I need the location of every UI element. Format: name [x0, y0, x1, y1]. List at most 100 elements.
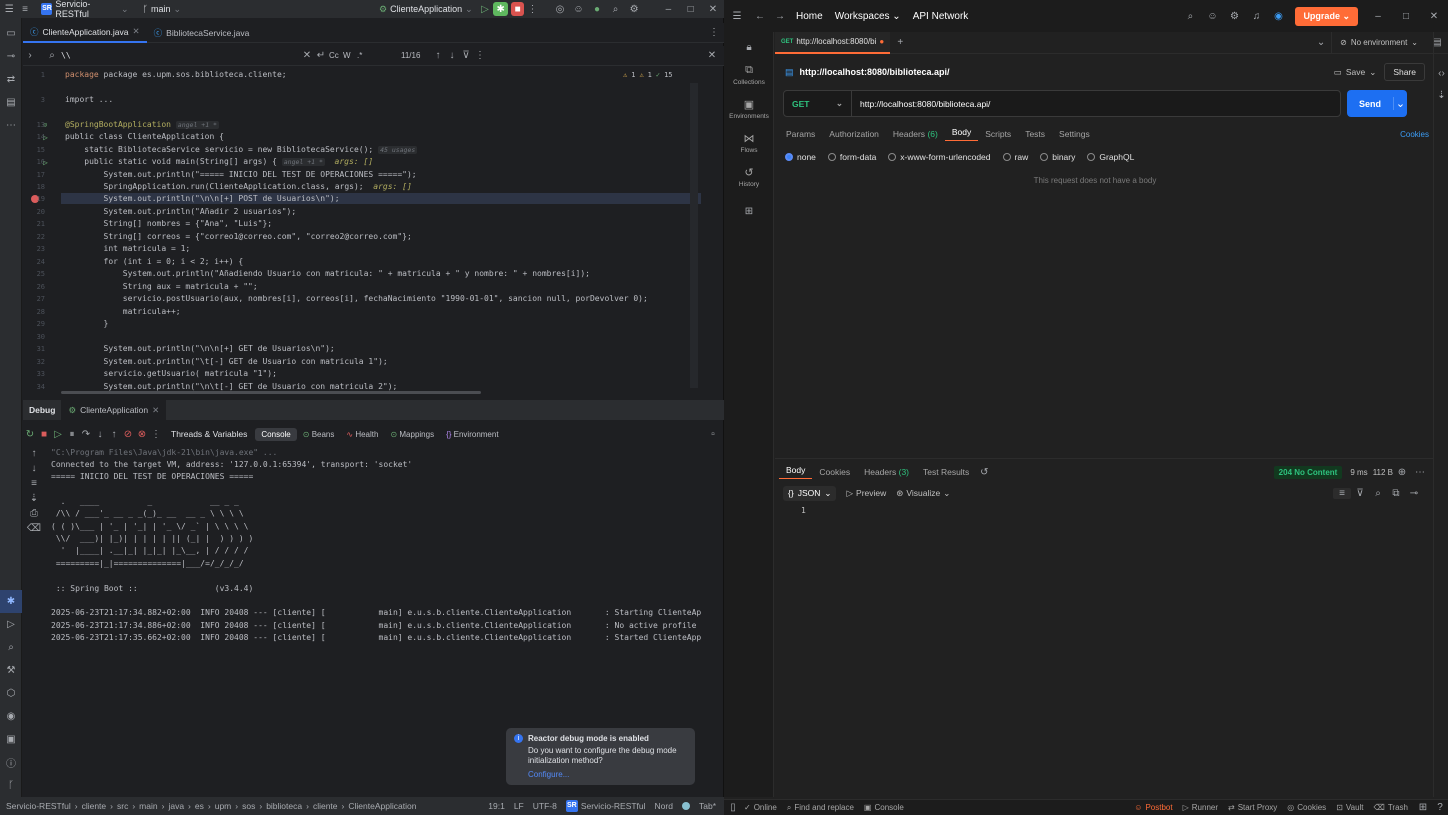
tab-tests[interactable]: Tests	[1018, 129, 1052, 139]
response-time[interactable]: 9 ms	[1350, 468, 1367, 477]
more-icon[interactable]: ⋮	[473, 50, 487, 61]
vault-button[interactable]: ⊡ Vault	[1336, 803, 1363, 812]
tabs-menu-icon[interactable]: ⋮	[704, 27, 724, 38]
radio-raw[interactable]: raw	[1002, 152, 1028, 162]
crumb[interactable]: Servicio-RESTful	[6, 801, 71, 811]
avatar[interactable]: ◉	[1267, 11, 1289, 22]
chevron-right-icon[interactable]: ›	[23, 50, 37, 61]
environment-selector[interactable]: ⊘ No environment ⌄	[1331, 31, 1426, 54]
encoding[interactable]: UTF-8	[533, 801, 557, 811]
search-icon[interactable]: ⌕	[1369, 488, 1387, 499]
pause-icon[interactable]: ⏸	[65, 429, 79, 440]
info-icon[interactable]: ⇣	[1434, 84, 1448, 106]
forward-icon[interactable]: →	[770, 11, 790, 22]
proxy-button[interactable]: ⇄ Start Proxy	[1228, 803, 1277, 812]
plugin-icon[interactable]: ●	[588, 4, 607, 15]
tab-environment[interactable]: {} Environment	[440, 430, 505, 439]
arrow-down-icon[interactable]: ↓	[445, 50, 459, 61]
minimize-icon[interactable]: –	[1364, 11, 1392, 22]
pane-divider[interactable]	[775, 458, 1433, 459]
resp-tab-body[interactable]: Body	[779, 465, 813, 479]
request-tab[interactable]: GET http://localhost:8080/bi ●	[775, 31, 891, 54]
help-icon[interactable]: ?	[1432, 802, 1448, 813]
search-icon[interactable]: ⌕	[606, 4, 625, 15]
inspection-widget[interactable]: ⚠ 1 ⚠ 1 ✓ 15	[623, 71, 673, 79]
filter-icon[interactable]: ⊽	[1351, 488, 1369, 499]
response-body[interactable]	[815, 506, 1415, 796]
filter-icon[interactable]: ⊽	[459, 50, 473, 61]
project-widget[interactable]: SR Servicio-RESTful	[565, 800, 646, 812]
crumb[interactable]: cliente	[82, 801, 107, 811]
more-tools-icon[interactable]: ⋯	[0, 114, 22, 137]
maximize-icon[interactable]: □	[680, 4, 702, 15]
project-switcher[interactable]: SR Servicio-RESTful ⌄	[37, 0, 132, 19]
trash-button[interactable]: ⌫ Trash	[1374, 803, 1408, 812]
hamburger-icon[interactable]: ≡	[19, 4, 32, 15]
services-tool-icon[interactable]: ⬡	[0, 682, 22, 705]
crumb[interactable]: java	[168, 801, 184, 811]
more-icon[interactable]: ⋯	[1411, 467, 1429, 478]
close-find-icon[interactable]: ✕	[700, 50, 724, 61]
terminal-icon[interactable]: ▣	[0, 728, 22, 751]
debug-icon[interactable]: ✱	[493, 2, 509, 16]
crumb[interactable]: cliente	[313, 801, 338, 811]
tab-beans[interactable]: ⊙ Beans	[297, 430, 341, 439]
online-status[interactable]: ✓ Online	[744, 803, 777, 812]
sidebar-history[interactable]: ↺ History	[724, 166, 774, 188]
settings-icon[interactable]: ⚙	[1223, 11, 1245, 22]
close-icon[interactable]: ✕	[1420, 11, 1448, 22]
match-case-toggle[interactable]: Cc	[329, 51, 343, 60]
wrap-icon[interactable]: ≡	[1333, 487, 1351, 499]
crumb[interactable]: main	[139, 801, 157, 811]
nav-api-network[interactable]: API Network	[907, 11, 975, 22]
radio-binary[interactable]: binary	[1040, 152, 1075, 162]
view-breakpoints-icon[interactable]: ⊘	[121, 429, 135, 440]
debug-tool-icon[interactable]: ✱	[0, 590, 22, 613]
run-icon[interactable]: ▷	[477, 4, 494, 15]
rerun-icon[interactable]: ↻	[23, 429, 37, 440]
crumb[interactable]: es	[195, 801, 204, 811]
lock-icon[interactable]: 🔒︎	[724, 36, 774, 58]
grid-icon[interactable]: ⊞	[1414, 802, 1432, 813]
maximize-icon[interactable]: □	[1392, 11, 1420, 22]
print-icon[interactable]: ⎙	[23, 506, 45, 521]
resp-tab-cookies[interactable]: Cookies	[812, 467, 857, 477]
crumb[interactable]: biblioteca	[266, 801, 302, 811]
method-select[interactable]: GET ⌄	[784, 91, 852, 116]
tabs-dropdown-icon[interactable]: ⌄	[1311, 37, 1331, 48]
tab-body[interactable]: Body	[944, 127, 979, 141]
tab-scripts[interactable]: Scripts	[978, 129, 1018, 139]
globe-icon[interactable]: ⊕	[1393, 467, 1411, 478]
close-tab-icon[interactable]: ✕	[133, 26, 140, 37]
arrow-up-icon[interactable]: ↑	[431, 50, 445, 61]
tab-params[interactable]: Params	[779, 129, 822, 139]
resp-tab-test-results[interactable]: Test Results	[916, 467, 976, 477]
search-icon[interactable]: ⌕	[1179, 11, 1201, 22]
response-size[interactable]: 112 B	[1373, 468, 1393, 477]
send-button[interactable]: Send ⌄	[1347, 90, 1407, 117]
upgrade-button[interactable]: Upgrade ⌄	[1295, 6, 1358, 26]
tab-settings[interactable]: Settings	[1052, 129, 1097, 139]
tab-threads-variables[interactable]: Threads & Variables	[163, 429, 255, 439]
stop-icon[interactable]: ■	[37, 429, 51, 440]
save-button[interactable]: ▭ Save ⌄	[1326, 67, 1385, 78]
nav-workspaces[interactable]: Workspaces ⌄	[829, 11, 907, 22]
radio-urlencoded[interactable]: x-www-form-urlencoded	[888, 152, 991, 162]
structure-icon[interactable]: ▤	[0, 91, 22, 114]
bell-icon[interactable]: ♫	[1245, 11, 1267, 22]
crumb[interactable]: ClienteApplication	[348, 801, 416, 811]
postbot-button[interactable]: ☺ Postbot	[1134, 803, 1172, 812]
visualize-button[interactable]: ⊛ Visualize ⌄	[896, 488, 950, 499]
theme-widget[interactable]: Nord	[655, 801, 673, 811]
tab-biblioteca-service[interactable]: ⓒ BibliotecaService.java	[147, 23, 257, 43]
step-over-icon[interactable]: ↷	[79, 429, 93, 440]
horizontal-scrollbar[interactable]	[61, 391, 481, 394]
settings-icon[interactable]: ⚙	[625, 4, 644, 15]
commit-tool-icon[interactable]: ⊸	[0, 45, 22, 68]
caret-position[interactable]: 19:1	[488, 801, 505, 811]
configure-link[interactable]: Configure...	[528, 770, 687, 779]
find-replace[interactable]: ⌕ Find and replace	[787, 803, 854, 813]
layout-icon[interactable]: ▯	[724, 802, 742, 813]
close-icon[interactable]: ✕	[702, 4, 724, 15]
resume-icon[interactable]: ▷	[51, 429, 65, 440]
